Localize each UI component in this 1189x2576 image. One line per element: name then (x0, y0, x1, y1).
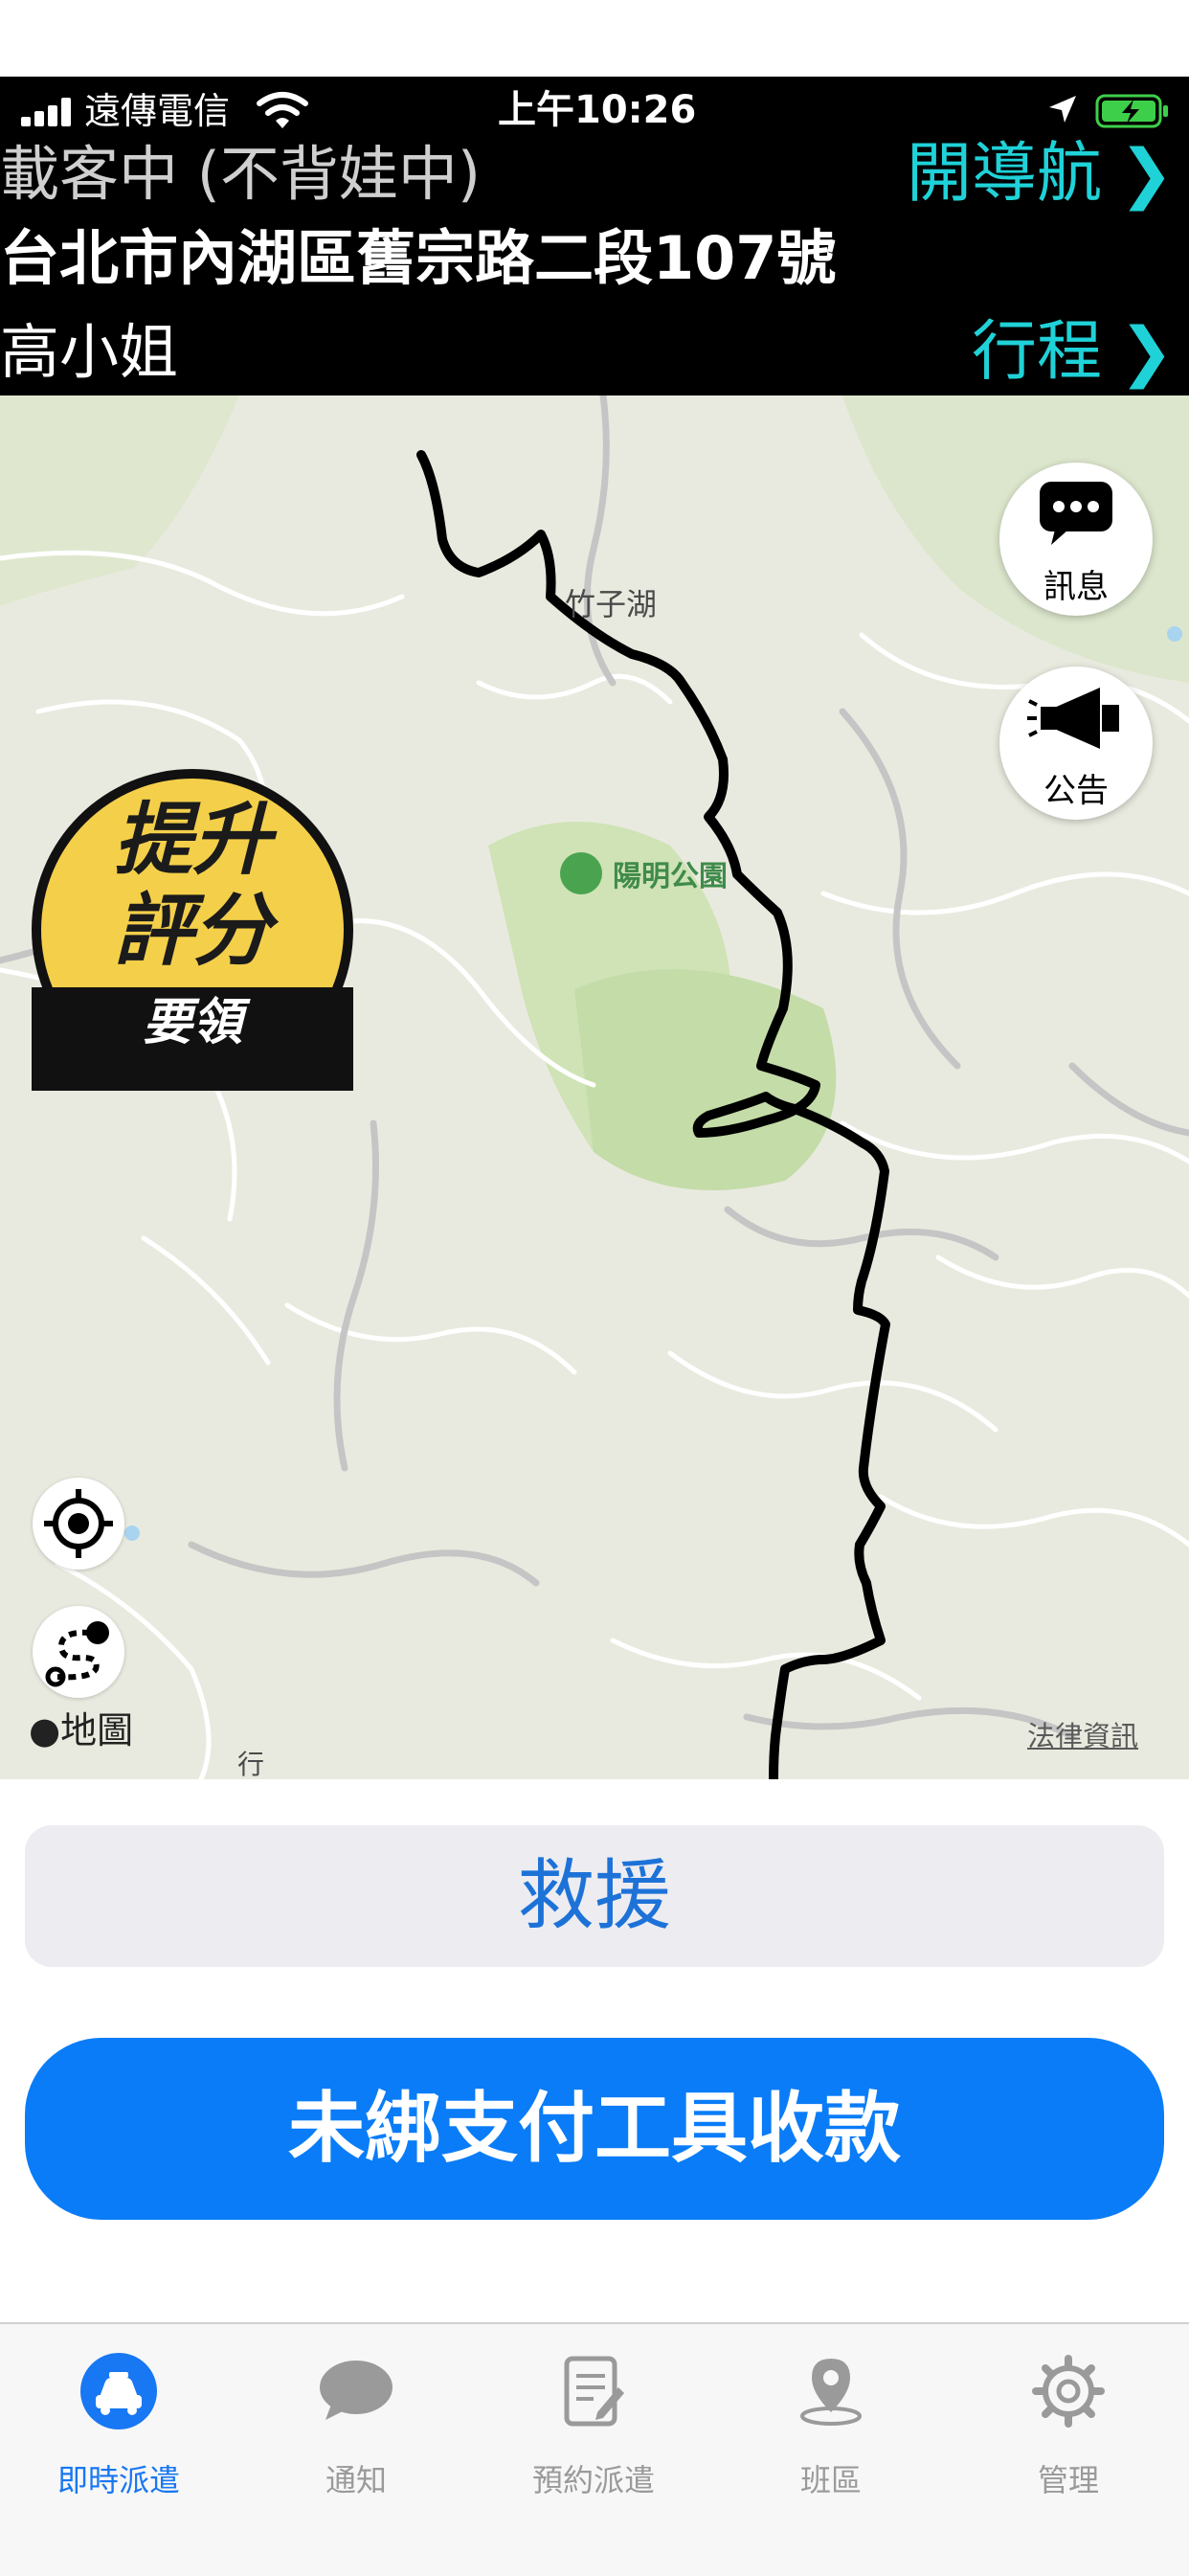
improve-rating-badge[interactable]: 提升 評分 要領 (32, 769, 353, 1091)
status-bar: 遠傳電信 上午10:26 (0, 77, 1189, 144)
map-label-park: 陽明公園 (613, 860, 728, 893)
cellular-signal-icon (21, 98, 75, 126)
chevron-right-icon: ❯ (1119, 314, 1174, 390)
apple-icon: ● (29, 1709, 61, 1751)
badge-line-3: 要領 (142, 994, 242, 1051)
message-button[interactable]: 訊息 (999, 463, 1153, 616)
passenger-name: 高小姐 (0, 317, 179, 387)
apple-maps-logo: ●地圖 (29, 1701, 133, 1753)
tab-instant-dispatch[interactable]: 即時派遣 (0, 2343, 237, 2516)
map-label-lake: 竹子湖 (565, 586, 658, 622)
ride-status-label: 載客中 (不背娃中) (0, 139, 482, 209)
gear-icon (1032, 2355, 1105, 2428)
announcement-button[interactable]: 公告 (999, 667, 1153, 820)
tab-label: 班區 (799, 2462, 862, 2498)
open-navigation-label: 開導航 (907, 136, 1103, 212)
crosshair-icon (44, 1489, 113, 1558)
tab-management[interactable]: 管理 (950, 2343, 1187, 2516)
rescue-button[interactable]: 救援 (25, 1825, 1164, 1967)
tab-label: 即時派遣 (56, 2462, 180, 2498)
document-edit-icon (564, 2356, 624, 2427)
tab-notifications[interactable]: 通知 (237, 2343, 475, 2516)
wifi-icon (257, 92, 308, 128)
trip-details-label: 行程 (972, 314, 1103, 390)
status-time: 上午10:26 (498, 88, 697, 132)
maps-logo-label: 地圖 (60, 1709, 134, 1751)
announcement-button-label: 公告 (1043, 772, 1109, 810)
route-path-icon (45, 1621, 109, 1687)
collect-payment-button[interactable]: 未綁支付工具收款 (25, 2038, 1164, 2220)
park-tree-icon (560, 852, 602, 894)
carrier-name: 遠傳電信 (84, 90, 231, 132)
chat-bubble-icon (320, 2361, 393, 2420)
tab-bar: 即時派遣 通知 預約派遣 班區 管理 (0, 2322, 1189, 2576)
message-bubble-icon (1040, 482, 1112, 545)
battery-charging-icon (1095, 94, 1168, 128)
map-pin-icon (800, 2359, 862, 2426)
tab-scheduled-dispatch[interactable]: 預約派遣 (475, 2343, 712, 2516)
trip-details-link[interactable]: 行程 ❯ (972, 314, 1174, 391)
route-overview-button[interactable] (33, 1606, 124, 1698)
trip-header: 遠傳電信 上午10:26 載客中 (不背娃中) 開導航 ❯ 台北市內湖區舊宗路二段… (0, 77, 1189, 395)
taxi-icon (80, 2353, 157, 2429)
message-button-label: 訊息 (1043, 568, 1109, 606)
legal-info-link[interactable]: 法律資訊 (1027, 1714, 1138, 1754)
route-map[interactable]: 竹子湖 陽明公園 行 訊息 公告 提升 評分 要領 ●地圖 法律資訊 (0, 395, 1189, 1779)
open-navigation-link[interactable]: 開導航 ❯ (907, 136, 1174, 213)
badge-line-1: 提升 (114, 795, 271, 886)
tab-zone[interactable]: 班區 (712, 2343, 950, 2516)
chevron-right-icon: ❯ (1119, 136, 1174, 212)
megaphone-icon (1027, 688, 1119, 749)
tab-label: 通知 (325, 2462, 387, 2498)
top-inset (0, 0, 1189, 77)
tab-label: 管理 (1037, 2462, 1099, 2498)
location-arrow-icon (1049, 96, 1076, 123)
destination-address: 台北市內湖區舊宗路二段107號 (0, 223, 837, 293)
map-label-road-fragment: 行 (237, 1749, 265, 1779)
badge-line-2: 評分 (114, 886, 271, 977)
locate-me-button[interactable] (33, 1478, 124, 1570)
tab-label: 預約派遣 (531, 2462, 655, 2498)
